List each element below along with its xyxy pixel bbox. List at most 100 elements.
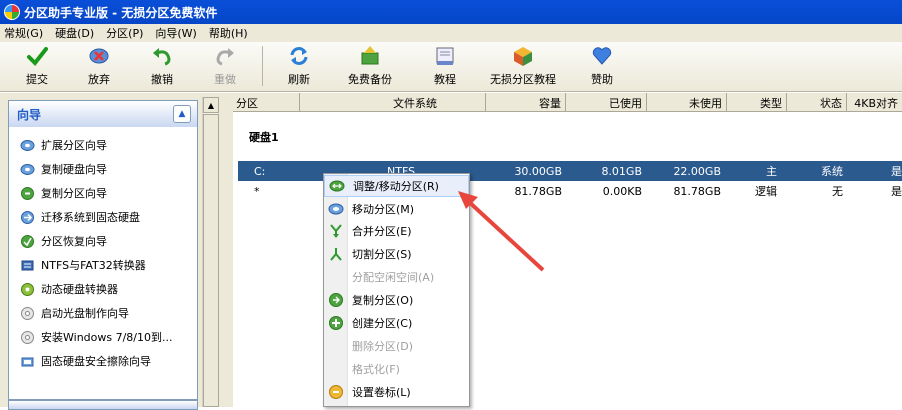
wizard-item-bootable-media[interactable]: 启动光盘制作向导 <box>9 301 197 325</box>
free-backup-button[interactable]: 免费备份 <box>342 44 398 88</box>
scroll-up-icon[interactable]: ▲ <box>203 97 219 113</box>
wizard-item-dynamic-disk-converter[interactable]: 动态硬盘转换器 <box>9 277 197 301</box>
undo-icon <box>150 44 174 68</box>
wizard-list: 扩展分区向导 复制硬盘向导 复制分区向导 迁移系统到固态硬盘 分区恢复向导 NT… <box>9 127 197 373</box>
menu-item-copy-partition[interactable]: 复制分区(O) <box>324 289 469 311</box>
window-title: 分区助手专业版 - 无损分区免费软件 <box>24 5 218 20</box>
operations-panel-header <box>8 400 198 410</box>
refresh-button[interactable]: 刷新 <box>282 44 316 88</box>
collapse-chevron-icon[interactable]: ▲ <box>173 105 191 123</box>
redo-button[interactable]: 重做 <box>208 44 242 88</box>
cell-partition: * <box>254 184 260 198</box>
wizard-item-ntfs-fat32-converter[interactable]: NTFS与FAT32转换器 <box>9 253 197 277</box>
submit-button[interactable]: 提交 <box>20 44 54 88</box>
context-menu: 调整/移动分区(R) 移动分区(M) 合并分区(E) 切割分区(S) 分配空闲空… <box>323 173 470 407</box>
extend-partition-icon <box>20 139 35 151</box>
cell-capacity: 81.78GB <box>514 184 562 198</box>
wizard-item-install-windows[interactable]: 安装Windows 7/8/10到... <box>9 325 197 349</box>
scroll-thumb[interactable] <box>203 114 219 407</box>
col-status[interactable]: 状态 <box>787 93 847 112</box>
menu-disk[interactable]: 硬盘(D) <box>55 25 94 41</box>
copy-partition-icon <box>329 293 343 307</box>
col-used[interactable]: 已使用 <box>566 93 647 112</box>
menu-general[interactable]: 常规(G) <box>4 25 43 41</box>
disk-label: 硬盘1 <box>249 131 279 144</box>
cell-used: 8.01GB <box>601 164 642 178</box>
tutorial-button[interactable]: 教程 <box>428 44 462 88</box>
discard-button[interactable]: 放弃 <box>82 44 116 88</box>
boot-disc-icon <box>21 306 34 320</box>
wizard-item-copy-disk[interactable]: 复制硬盘向导 <box>9 157 197 181</box>
package-icon <box>511 44 535 68</box>
menu-item-merge-partition[interactable]: 合并分区(E) <box>324 220 469 242</box>
menu-item-delete-partition[interactable]: 删除分区(D) <box>324 335 469 357</box>
left-pane: 向导 ▲ 扩展分区向导 复制硬盘向导 复制分区向导 迁移系统到固态硬盘 分区恢复… <box>0 93 220 410</box>
cell-used: 0.00KB <box>602 184 642 198</box>
copy-partition-icon <box>21 186 34 200</box>
wizard-title: 向导 <box>17 107 42 122</box>
cell-type: 逻辑 <box>755 185 777 198</box>
col-4k-align[interactable]: 4KB对齐 <box>847 93 902 112</box>
wizard-item-ssd-secure-erase[interactable]: 固态硬盘安全擦除向导 <box>9 349 197 373</box>
menu-wizard[interactable]: 向导(W) <box>155 25 196 41</box>
cell-free: 81.78GB <box>673 184 721 198</box>
cell-type: 主 <box>766 165 777 178</box>
migrate-os-icon <box>21 210 34 224</box>
backup-icon <box>358 44 382 68</box>
col-filesystem[interactable]: 文件系统 <box>300 93 486 112</box>
discard-icon <box>87 44 111 68</box>
app-logo-icon <box>4 4 20 20</box>
menu-item-allocate-free-space[interactable]: 分配空闲空间(A) <box>324 266 469 288</box>
resize-icon <box>329 180 345 192</box>
book-icon <box>433 44 457 68</box>
menu-item-create-partition[interactable]: 创建分区(C) <box>324 312 469 334</box>
merge-icon <box>330 224 342 238</box>
wizard-item-extend-partition[interactable]: 扩展分区向导 <box>9 133 197 157</box>
menu-item-split-partition[interactable]: 切割分区(S) <box>324 243 469 265</box>
col-partition[interactable]: 分区 <box>233 93 300 112</box>
create-partition-icon <box>329 316 343 330</box>
column-header-row: 分区 文件系统 容量 已使用 未使用 类型 状态 4KB对齐 <box>233 93 902 112</box>
cell-capacity: 30.00GB <box>514 164 562 178</box>
sponsor-button[interactable]: 赞助 <box>585 44 619 88</box>
move-partition-icon <box>328 203 344 215</box>
left-scrollbar[interactable]: ▲ <box>202 97 219 407</box>
cell-align: 是 <box>891 165 902 178</box>
ssd-erase-icon <box>21 357 34 366</box>
cell-partition: C: <box>254 164 266 178</box>
cell-align: 是 <box>891 185 902 198</box>
menu-help[interactable]: 帮助(H) <box>209 25 248 41</box>
menu-item-resize-move[interactable]: 调整/移动分区(R) <box>324 175 469 197</box>
menu-bar: 常规(G) 硬盘(D) 分区(P) 向导(W) 帮助(H) <box>0 24 902 42</box>
redo-icon <box>213 44 237 68</box>
menu-partition[interactable]: 分区(P) <box>106 25 143 41</box>
refresh-icon <box>287 44 311 68</box>
wizard-item-copy-partition[interactable]: 复制分区向导 <box>9 181 197 205</box>
cell-free: 22.00GB <box>673 164 721 178</box>
cell-status: 系统 <box>821 165 843 178</box>
col-capacity[interactable]: 容量 <box>486 93 566 112</box>
col-free[interactable]: 未使用 <box>647 93 727 112</box>
wizard-item-partition-recovery[interactable]: 分区恢复向导 <box>9 229 197 253</box>
undo-button[interactable]: 撤销 <box>145 44 179 88</box>
label-icon <box>329 385 343 399</box>
partition-recovery-icon <box>21 234 34 248</box>
heart-icon <box>590 44 614 68</box>
dynamic-disk-icon <box>21 282 34 296</box>
col-type[interactable]: 类型 <box>727 93 787 112</box>
cell-status: 无 <box>832 185 843 198</box>
pane-splitter[interactable] <box>220 93 233 407</box>
menu-item-format[interactable]: 格式化(F) <box>324 358 469 380</box>
copy-disk-icon <box>20 163 35 175</box>
converter-icon <box>21 260 34 270</box>
wizard-header: 向导 ▲ <box>9 101 197 127</box>
toolbar: 提交 放弃 撤销 重做 刷新 免费备份 教程 无损分区教程 赞助 <box>0 42 902 92</box>
install-windows-icon <box>21 330 34 344</box>
menu-item-set-label[interactable]: 设置卷标(L) <box>324 381 469 403</box>
toolbar-divider <box>262 46 263 86</box>
lossless-tutorial-button[interactable]: 无损分区教程 <box>486 44 560 88</box>
wizard-item-migrate-os-ssd[interactable]: 迁移系统到固态硬盘 <box>9 205 197 229</box>
wizard-panel: 向导 ▲ 扩展分区向导 复制硬盘向导 复制分区向导 迁移系统到固态硬盘 分区恢复… <box>8 100 198 400</box>
menu-item-move-partition[interactable]: 移动分区(M) <box>324 198 469 220</box>
checkmark-icon <box>25 44 49 68</box>
